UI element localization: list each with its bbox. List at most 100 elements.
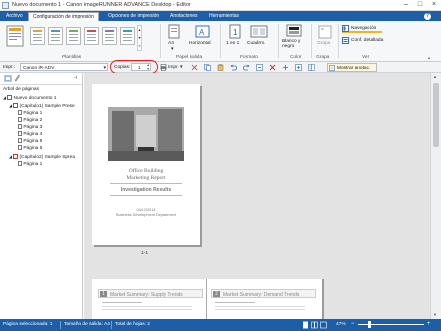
- spread-left-heading: Market Summary: Supply Trends: [110, 291, 183, 298]
- tree-node-page[interactable]: Página 5: [18, 138, 42, 145]
- settings-icon: [342, 37, 349, 44]
- zoom-slider-handle[interactable]: [368, 321, 371, 328]
- attachment-tab[interactable]: [14, 75, 22, 82]
- pages-per-sheet-button[interactable]: 1 1 en 1: [225, 24, 245, 54]
- page-preview-2[interactable]: 1 Market Summary: Supply Trends 2 Market…: [92, 279, 322, 319]
- tab-herramientas[interactable]: Herramientas: [205, 12, 243, 21]
- pages-icon[interactable]: [256, 64, 263, 71]
- page-tree-tab[interactable]: [4, 75, 12, 82]
- printer-select[interactable]: Canon iR-ADV ▾: [20, 63, 108, 71]
- staple-label: Grapa: [317, 41, 331, 46]
- page-icon: [18, 131, 22, 137]
- template-thumb-6[interactable]: [120, 27, 135, 45]
- scroll-down-icon[interactable]: ▼: [433, 312, 437, 317]
- total-sheets-status: Total de hojas: 2: [115, 322, 150, 327]
- staple-button[interactable]: Grapa: [315, 24, 335, 54]
- output-size-status: Tamaño de salida: A4: [64, 322, 110, 327]
- zoom-level: 47%: [336, 322, 346, 327]
- close-button[interactable]: ×: [427, 0, 441, 10]
- template-thumb-4[interactable]: [84, 27, 99, 45]
- color-icon: [286, 24, 302, 37]
- template-large-button[interactable]: [4, 24, 26, 52]
- tree-node-page[interactable]: Página 1: [18, 161, 42, 168]
- orientation-icon: A: [195, 25, 210, 38]
- scroll-thumb[interactable]: [433, 83, 439, 147]
- tab-archivo[interactable]: Archivo: [2, 12, 27, 21]
- page-icon: [18, 138, 22, 144]
- move-icon[interactable]: [282, 64, 289, 71]
- two-page-view-icon[interactable]: [311, 321, 318, 329]
- tree-node-document[interactable]: ◢ Nuevo documento 1: [3, 94, 56, 101]
- zoom-out-button[interactable]: −: [351, 321, 355, 327]
- tree-node-page[interactable]: Página 2: [18, 117, 42, 124]
- fit-page-icon[interactable]: [320, 321, 327, 329]
- tab-opciones-impresion[interactable]: Opciones de impresión: [104, 12, 163, 21]
- template-thumb-2[interactable]: [48, 27, 63, 45]
- insert-icon[interactable]: [295, 64, 302, 71]
- detailed-settings-label: Conf. detallada: [351, 38, 384, 43]
- template-thumb-1[interactable]: [30, 27, 45, 45]
- detailed-settings-button[interactable]: Conf. detallada: [342, 37, 388, 45]
- color-mode-label: Blanco y negro: [282, 39, 301, 49]
- cut-icon[interactable]: [191, 64, 198, 71]
- copy-icon[interactable]: [204, 64, 211, 71]
- section-number: 2: [213, 291, 220, 297]
- paste-icon[interactable]: [217, 64, 224, 71]
- merge-icon[interactable]: [308, 64, 315, 71]
- selected-page-status: Página seleccionada: 1: [3, 322, 53, 327]
- scroll-up-icon[interactable]: ▲: [433, 74, 437, 79]
- spread-right-heading: Market Summary: Demand Trends: [223, 291, 300, 298]
- staple-icon: [318, 25, 332, 39]
- page-preview-1[interactable]: Office Building Marketing Report Investi…: [92, 84, 200, 245]
- orientation-button[interactable]: A Horizontal: [188, 24, 216, 54]
- copies-stepper[interactable]: 1 ▴ ▾: [131, 63, 151, 71]
- cover-dept: Business Development Department: [116, 213, 176, 217]
- paper-size-button[interactable]: A4 ▾: [165, 24, 183, 54]
- cover-subtitle: Investigation Results: [120, 187, 172, 193]
- stepper-arrows-icon[interactable]: ▴ ▾: [147, 63, 149, 71]
- print-button[interactable]: Impr.: [168, 65, 179, 70]
- chevron-down-icon[interactable]: ▾: [180, 64, 183, 70]
- custom-layout-button[interactable]: Cuadrm.: [247, 24, 271, 54]
- printer-value: Canon iR-ADV: [23, 65, 55, 71]
- copies-label: Copias:: [114, 65, 131, 70]
- tree-node-chapter1[interactable]: ◢ (Capítulo1) Sample Prese: [9, 102, 75, 109]
- delete-icon[interactable]: [269, 64, 276, 71]
- page-tree-icon: [5, 76, 11, 81]
- print-icon[interactable]: [160, 64, 167, 71]
- tree-node-page[interactable]: Página 4: [18, 131, 42, 138]
- undo-icon[interactable]: [230, 64, 237, 71]
- template-gallery-scroll[interactable]: ▴ ▾ ▿: [137, 25, 142, 51]
- chapter-icon: [13, 154, 19, 160]
- template-icon: [6, 25, 24, 47]
- document-icon: [7, 95, 13, 101]
- color-mode-button[interactable]: Blanco y negro: [282, 24, 306, 54]
- tree-node-chapter2[interactable]: ◢ (Capítulo2) Sample Sprea: [9, 153, 75, 160]
- help-icon[interactable]: ?: [424, 13, 431, 20]
- page-tree-panel: ⊣ Árbol de páginas ◢ Nuevo documento 1 ◢…: [0, 73, 83, 319]
- tab-anotaciones[interactable]: Anotaciones: [166, 12, 202, 21]
- redo-icon[interactable]: [243, 64, 250, 71]
- cover-title-line1: Office Building: [128, 168, 164, 174]
- pin-icon[interactable]: ⊣: [73, 75, 77, 81]
- show-annotations-label: Mostrar anotac.: [337, 66, 371, 71]
- cover-photo: [108, 107, 184, 161]
- tree-node-page[interactable]: Página 3: [18, 124, 42, 131]
- maximize-button[interactable]: □: [413, 0, 427, 10]
- tree-node-page[interactable]: Página 6: [18, 145, 42, 152]
- navigation-button[interactable]: Navegación: [342, 25, 382, 33]
- vertical-scrollbar[interactable]: ▲ ▼: [430, 73, 441, 319]
- single-page-view-icon[interactable]: [302, 321, 309, 329]
- paper-size-label: A4: [168, 41, 174, 46]
- collapse-ribbon-icon[interactable]: ▴: [428, 55, 430, 60]
- show-annotations-toggle[interactable]: Mostrar anotac.: [327, 63, 377, 72]
- template-thumb-3[interactable]: [66, 27, 81, 45]
- template-thumb-5[interactable]: [102, 27, 117, 45]
- minimize-button[interactable]: –: [399, 0, 413, 10]
- tab-configuracion-impresion[interactable]: Configuración de impresión: [28, 12, 99, 21]
- group-label-color: Color: [290, 55, 302, 60]
- tree-node-page[interactable]: Página 1: [18, 110, 42, 117]
- zoom-in-button[interactable]: +: [427, 321, 431, 327]
- preview-area[interactable]: Office Building Marketing Report Investi…: [84, 73, 430, 319]
- spread-right-header: 2 Market Summary: Demand Trends: [211, 289, 316, 298]
